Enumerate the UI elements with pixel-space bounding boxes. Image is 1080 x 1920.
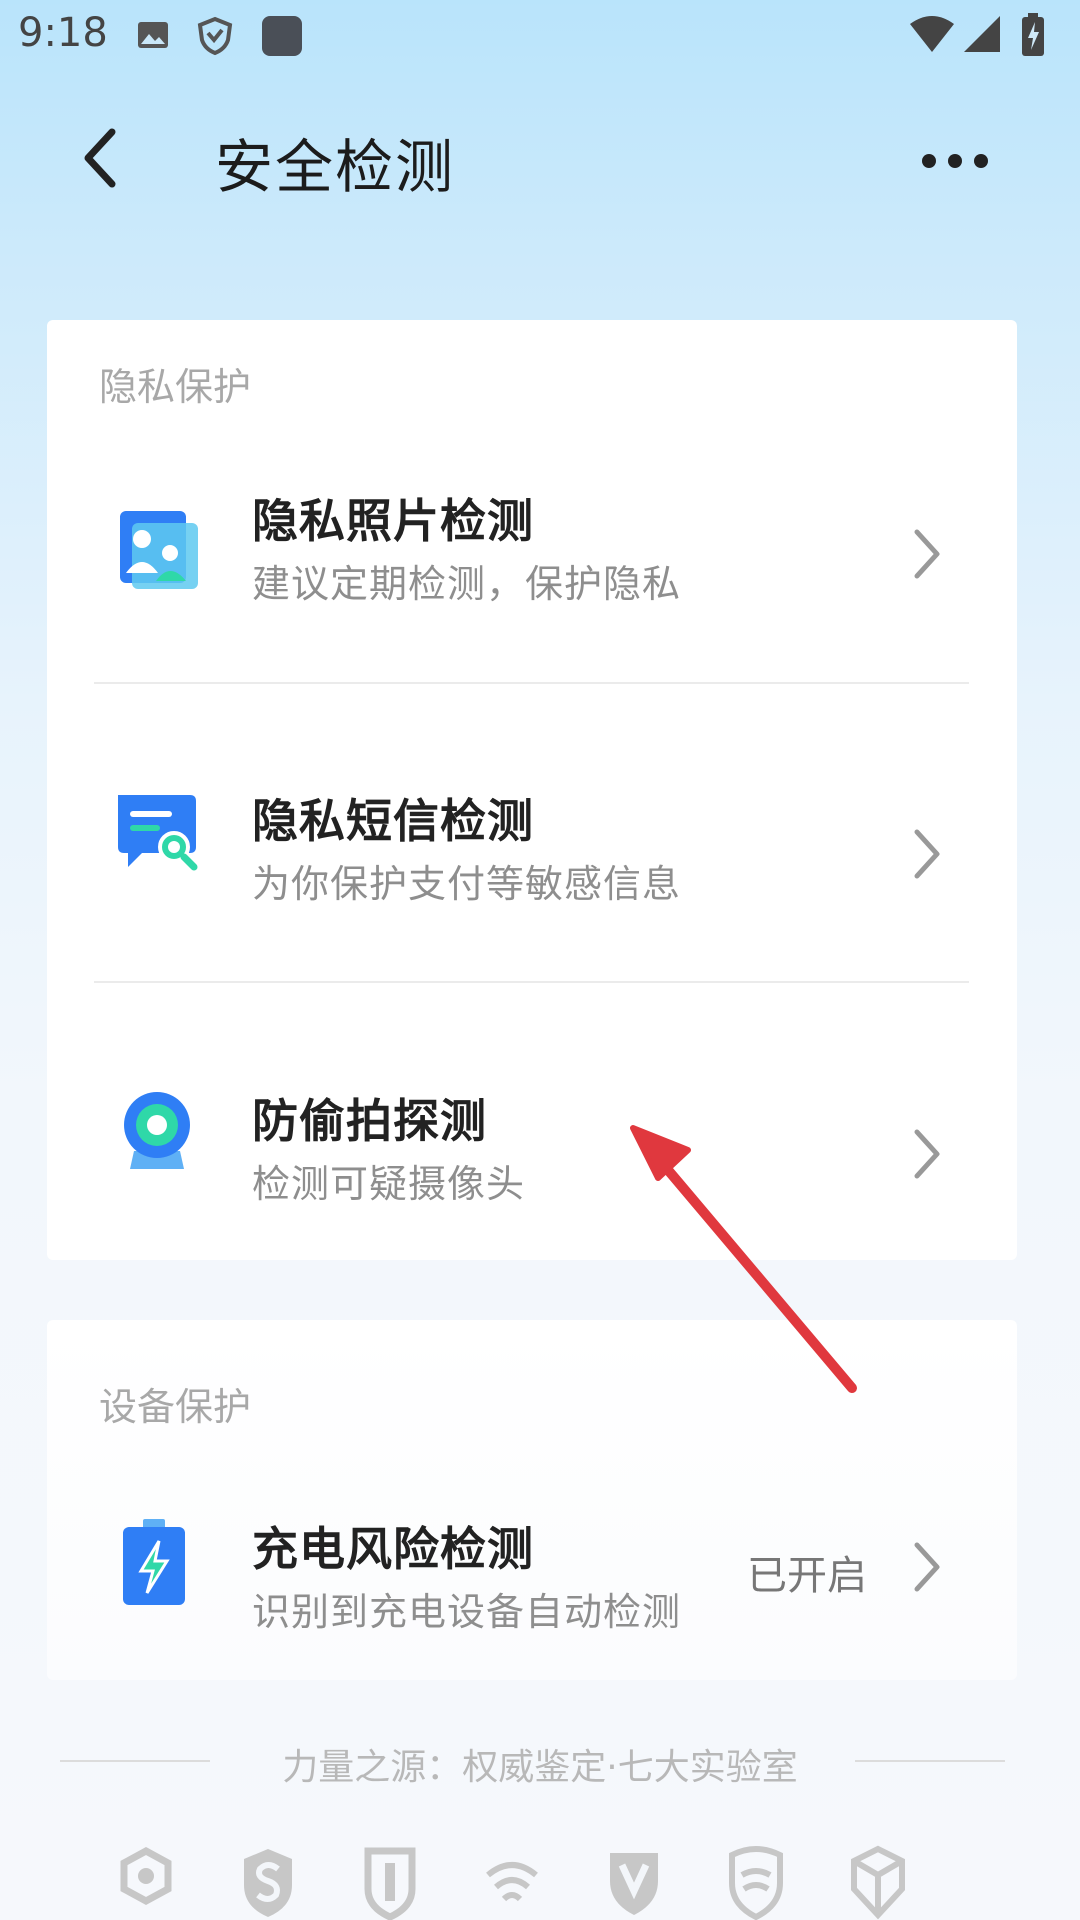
anti-spy-camera-detection-item[interactable]: 防偷拍探测 检测可疑摄像头	[47, 1005, 1017, 1295]
section-title-privacy: 隐私保护	[99, 365, 252, 409]
photo-privacy-icon	[120, 511, 198, 589]
lab-logo-7-icon	[851, 1845, 905, 1920]
footer-divider-right	[855, 1760, 1005, 1762]
privacy-protection-card: 隐私保护 隐私照片检测 建议定期检测，保护隐私 隐私短信检测 为你保护支付等敏感…	[47, 320, 1017, 1260]
device-protection-card: 设备保护 充电风险检测 识别到充电设备自动检测 已开启	[47, 1320, 1017, 1680]
lab-logo-4-icon	[486, 1862, 538, 1902]
image-icon	[138, 22, 168, 48]
row-title: 充电风险检测	[252, 1522, 534, 1576]
app-header: 安全检测	[0, 100, 1080, 210]
status-enabled-label: 已开启	[747, 1553, 867, 1599]
lab-logo-3-icon	[364, 1847, 416, 1920]
divider	[94, 682, 969, 684]
back-button[interactable]	[70, 118, 140, 198]
lab-logo-2-icon	[244, 1849, 292, 1917]
row-subtitle: 建议定期检测，保护隐私	[252, 562, 682, 606]
row-subtitle: 为你保护支付等敏感信息	[252, 862, 682, 906]
row-subtitle: 检测可疑摄像头	[252, 1162, 526, 1206]
page-title: 安全检测	[215, 133, 456, 201]
status-bar: 9:18	[0, 0, 1080, 76]
chevron-right-icon	[914, 1129, 940, 1179]
row-title: 隐私短信检测	[252, 794, 534, 848]
battery-charging-icon	[1022, 13, 1044, 56]
status-time: 9:18	[18, 10, 108, 56]
row-title: 隐私照片检测	[252, 494, 534, 548]
row-title: 防偷拍探测	[252, 1094, 487, 1148]
privacy-sms-detection-item[interactable]: 隐私短信检测 为你保护支付等敏感信息	[47, 705, 1017, 995]
chevron-right-icon	[914, 529, 940, 579]
row-subtitle: 识别到充电设备自动检测	[252, 1590, 682, 1634]
cellular-signal-icon	[964, 16, 1000, 52]
privacy-photo-detection-item[interactable]: 隐私照片检测 建议定期检测，保护隐私	[47, 405, 1017, 695]
chevron-right-icon	[914, 1542, 940, 1592]
camera-detect-icon	[124, 1092, 190, 1169]
charging-risk-detection-item[interactable]: 充电风险检测 识别到充电设备自动检测 已开启	[47, 1425, 1017, 1655]
section-title-device: 设备保护	[99, 1385, 252, 1429]
lab-logo-1-icon	[120, 1847, 172, 1905]
app-square-icon	[262, 16, 302, 56]
back-arrow-icon	[84, 128, 116, 188]
more-dots-icon	[922, 154, 988, 168]
lab-logo-5-icon	[610, 1853, 658, 1915]
shield-icon	[197, 16, 233, 56]
sms-privacy-icon	[118, 795, 198, 871]
charging-battery-icon	[123, 1519, 185, 1605]
chevron-right-icon	[914, 829, 940, 879]
wifi-icon	[910, 16, 954, 52]
more-options-button[interactable]	[910, 130, 1010, 190]
lab-logo-6-icon	[729, 1846, 783, 1920]
lab-logos-row	[100, 1845, 980, 1920]
footer-labs-text: 力量之源：权威鉴定·七大实验室	[282, 1747, 798, 1788]
divider	[94, 981, 969, 983]
